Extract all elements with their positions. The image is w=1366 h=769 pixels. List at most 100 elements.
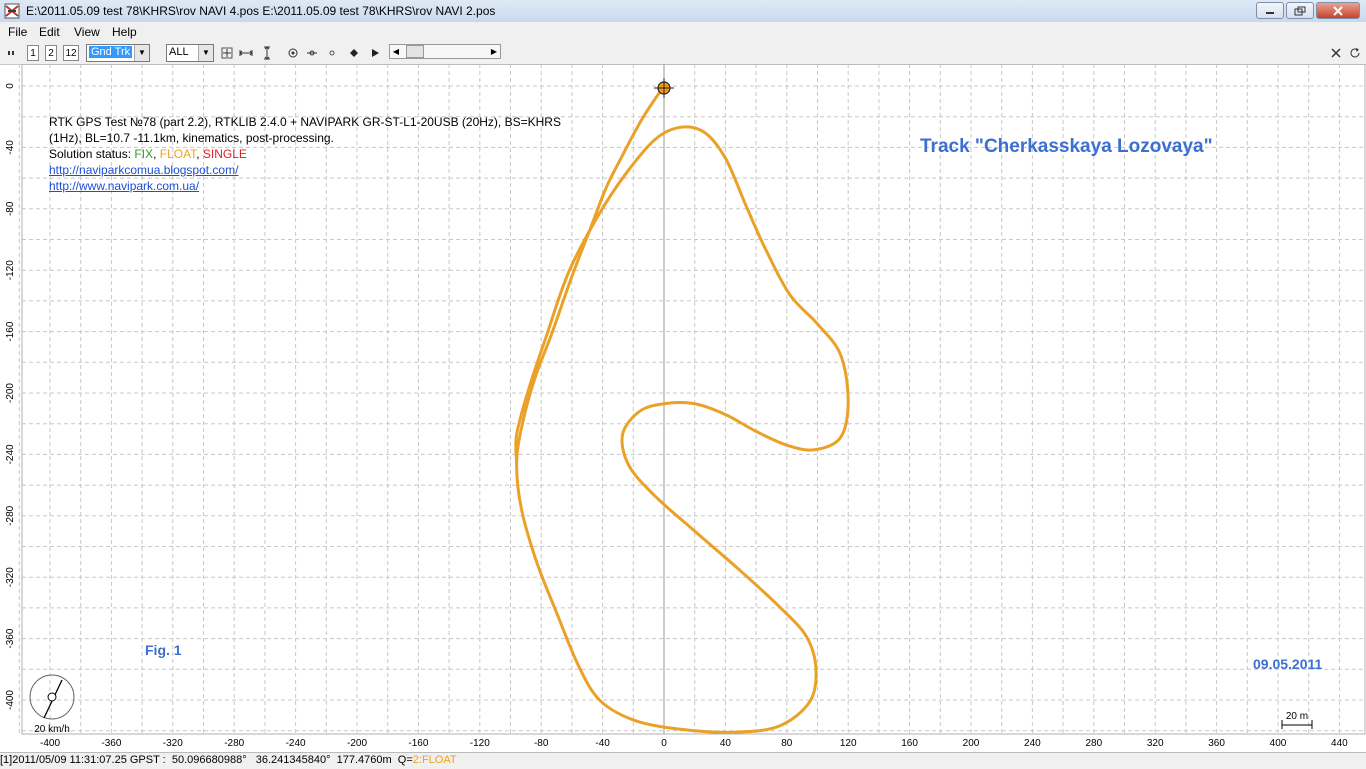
- x-tick-label: 80: [781, 738, 793, 749]
- y-tick-label: -40: [5, 140, 16, 155]
- x-tick-label: 280: [1085, 738, 1102, 749]
- annotation-line-2: (1Hz), BL=10.7 -11.1km, kinematics, post…: [49, 131, 334, 145]
- float-label: FLOAT: [159, 147, 197, 161]
- close-icon: [1333, 5, 1343, 16]
- track-title: Track "Cherkasskaya Lozovaya": [920, 136, 1213, 157]
- date-label: 09.05.2011: [1253, 656, 1323, 672]
- refresh-button[interactable]: [1347, 45, 1363, 61]
- diamond-icon: [350, 49, 358, 57]
- x-tick-label: 200: [963, 738, 980, 749]
- play-icon: [372, 49, 379, 57]
- show-point-button[interactable]: [304, 45, 320, 61]
- close-button[interactable]: [1316, 2, 1360, 19]
- window-title: E:\2011.05.09 test 78\KHRS\rov NAVI 4.po…: [26, 4, 496, 18]
- y-tick-label: -240: [5, 444, 16, 464]
- fit-vertical-button[interactable]: [259, 45, 275, 61]
- quality-select[interactable]: ALL ▼: [166, 44, 214, 62]
- solution-status-line: Solution status: FIX, FLOAT, SINGLE: [49, 146, 629, 162]
- y-tick-label: -120: [5, 260, 16, 280]
- x-tick-label: 320: [1147, 738, 1164, 749]
- crosshair-icon: [221, 47, 233, 59]
- y-tick-label: -80: [5, 201, 16, 216]
- x-tick-label: -400: [40, 738, 60, 749]
- app-icon: [4, 3, 20, 19]
- quality-value: ALL: [169, 46, 189, 58]
- x-tick-label: -320: [163, 738, 183, 749]
- x-tick-label: -120: [470, 738, 490, 749]
- plot-type-value: Gnd Trk: [89, 46, 133, 58]
- menu-bar: File Edit View Help: [0, 22, 1366, 42]
- pause-icon: [8, 51, 14, 55]
- y-tick-label: -280: [5, 505, 16, 525]
- fix-label: FIX: [134, 147, 154, 161]
- x-tick-label: 400: [1270, 738, 1287, 749]
- compass-center: [47, 692, 57, 702]
- annotation-block: RTK GPS Test №78 (part 2.2), RTKLIB 2.4.…: [49, 114, 629, 194]
- status-quality: 2:FLOAT: [412, 754, 457, 766]
- y-tick-label: -200: [5, 383, 16, 403]
- x-tick-label: -360: [101, 738, 121, 749]
- annotation-line-1: RTK GPS Test №78 (part 2.2), RTKLIB 2.4.…: [49, 115, 561, 129]
- maximize-button[interactable]: [1286, 2, 1314, 19]
- solution-12-button[interactable]: 12: [63, 45, 79, 61]
- solution-1-button[interactable]: 1: [27, 45, 39, 61]
- status-bar: [1]2011/05/09 11:31:07.25 GPST : 50.0966…: [0, 752, 1366, 769]
- show-dot-button[interactable]: [346, 45, 362, 61]
- pause-button[interactable]: [4, 45, 20, 61]
- link-blog[interactable]: http://naviparkcomua.blogspot.com/: [49, 162, 629, 178]
- target-icon: [288, 48, 298, 58]
- menu-view[interactable]: View: [74, 25, 100, 39]
- refresh-icon: [1350, 48, 1360, 58]
- time-slider[interactable]: ◀ ▶: [389, 44, 501, 59]
- plot-type-select[interactable]: Gnd Trk ▼: [86, 44, 150, 62]
- show-origin-button[interactable]: [285, 45, 301, 61]
- fit-horizontal-icon: [239, 50, 253, 56]
- menu-edit[interactable]: Edit: [39, 25, 60, 39]
- slider-thumb[interactable]: [406, 45, 424, 58]
- y-tick-label: -320: [5, 567, 16, 587]
- solution-2-button[interactable]: 2: [45, 45, 57, 61]
- minimize-icon: [1266, 11, 1274, 14]
- fit-vertical-icon: [264, 46, 270, 60]
- y-tick-label: -160: [5, 321, 16, 341]
- x-tick-label: -40: [595, 738, 610, 749]
- x-tick-label: 0: [661, 738, 667, 749]
- single-label: SINGLE: [202, 147, 247, 161]
- chevron-left-icon[interactable]: ◀: [390, 45, 402, 58]
- toolbar: 1 2 12 Gnd Trk ▼ ALL ▼: [0, 42, 1366, 65]
- x-tick-label: 120: [840, 738, 857, 749]
- x-tick-label: 240: [1024, 738, 1041, 749]
- x-tick-label: -280: [224, 738, 244, 749]
- link-site[interactable]: http://www.navipark.com.ua/: [49, 178, 629, 194]
- circle-icon: [329, 50, 335, 56]
- close-plot-button[interactable]: [1328, 45, 1344, 61]
- x-tick-label: 40: [720, 738, 732, 749]
- maximize-icon: [1294, 6, 1306, 15]
- center-origin-button[interactable]: [219, 45, 235, 61]
- y-tick-label: -400: [5, 690, 16, 710]
- close-icon: [1331, 48, 1341, 58]
- x-tick-label: -200: [347, 738, 367, 749]
- status-label: Solution status:: [49, 147, 135, 161]
- x-tick-label: -240: [286, 738, 306, 749]
- status-position: [1]2011/05/09 11:31:07.25 GPST : 50.0966…: [0, 754, 413, 766]
- x-tick-label: 360: [1208, 738, 1225, 749]
- x-axis: -400 -360 -320 -280 -240 -200 -160 -120 -80 -40 0 4…: [40, 738, 1348, 749]
- chevron-right-icon[interactable]: ▶: [488, 45, 500, 58]
- y-tick-label: 0: [5, 83, 16, 89]
- fit-horizontal-button[interactable]: [238, 45, 254, 61]
- x-tick-label: -160: [408, 738, 428, 749]
- x-tick-label: 440: [1331, 738, 1348, 749]
- minimize-button[interactable]: [1256, 2, 1284, 19]
- menu-file[interactable]: File: [8, 25, 27, 39]
- show-marker-button[interactable]: [324, 45, 340, 61]
- menu-help[interactable]: Help: [112, 25, 137, 39]
- point-icon: [307, 50, 317, 56]
- play-button[interactable]: [367, 45, 383, 61]
- separator: ,: [153, 147, 160, 161]
- chevron-down-icon: ▼: [134, 45, 149, 61]
- chevron-down-icon: ▼: [198, 45, 213, 61]
- scale-label: 20 m: [1286, 711, 1308, 722]
- figure-label: Fig. 1: [145, 642, 182, 658]
- x-tick-label: 160: [901, 738, 918, 749]
